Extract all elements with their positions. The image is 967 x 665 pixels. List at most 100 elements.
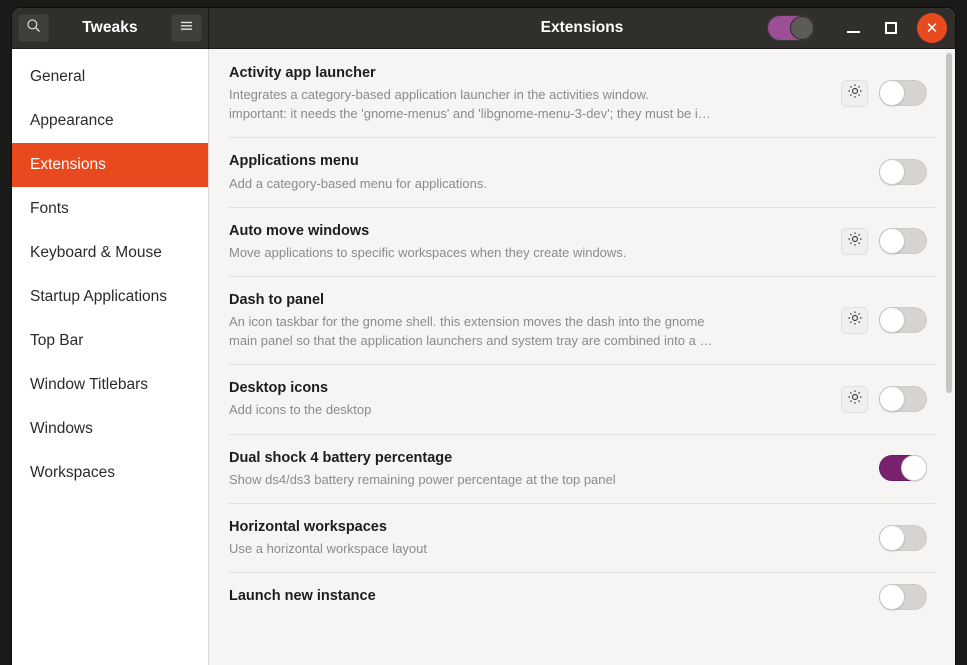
header-bar: Tweaks Extensions ✕	[12, 8, 955, 49]
extension-enable-toggle[interactable]	[879, 455, 927, 482]
minimize-button[interactable]	[835, 13, 871, 43]
sidebar-item-label: Fonts	[30, 200, 69, 217]
sidebar-item-windows[interactable]: Windows	[12, 407, 208, 451]
sidebar-item-top-bar[interactable]: Top Bar	[12, 319, 208, 363]
sidebar-item-label: Appearance	[30, 112, 114, 129]
maximize-button[interactable]	[873, 13, 909, 43]
extension-text: Horizontal workspaces Use a horizontal wo…	[229, 503, 825, 572]
toggle-knob	[879, 80, 905, 107]
minimize-icon	[846, 31, 860, 33]
sidebar-item-window-titlebars[interactable]: Window Titlebars	[12, 363, 208, 407]
extension-controls	[825, 583, 927, 610]
sidebar-item-label: Workspaces	[30, 464, 115, 481]
toggle-knob	[879, 307, 905, 334]
toggle-knob	[879, 583, 905, 610]
sidebar: General Appearance Extensions Fonts Keyboard…	[12, 49, 209, 665]
extensions-list: Activity app launcher Integrates a catego…	[209, 49, 955, 665]
extension-controls	[825, 159, 927, 186]
toggle-knob	[879, 524, 905, 551]
extension-controls	[825, 455, 927, 482]
sidebar-item-label: Top Bar	[30, 332, 84, 349]
sidebar-item-label: Windows	[30, 420, 93, 437]
extension-description: Add a category-based menu for applicatio…	[229, 175, 487, 191]
main-menu-button[interactable]	[171, 14, 202, 42]
extension-name: Applications menu	[229, 153, 359, 170]
gear-icon	[847, 389, 863, 410]
settings-placeholder	[841, 159, 868, 186]
extension-name: Horizontal workspaces	[229, 518, 387, 535]
gear-icon	[847, 310, 863, 331]
extension-controls	[825, 227, 927, 255]
close-button[interactable]: ✕	[917, 13, 947, 43]
maximize-icon	[885, 22, 897, 34]
toggle-knob	[790, 16, 814, 40]
sidebar-item-keyboard-mouse[interactable]: Keyboard & Mouse	[12, 231, 208, 275]
extension-controls	[825, 79, 927, 107]
sidebar-item-fonts[interactable]: Fonts	[12, 187, 208, 231]
extension-enable-toggle[interactable]	[879, 80, 927, 107]
extension-description: Use a horizontal workspace layout	[229, 540, 427, 556]
extension-name: Auto move windows	[229, 222, 370, 239]
global-extensions-toggle[interactable]	[767, 15, 815, 41]
extension-controls	[825, 524, 927, 551]
extension-settings-button[interactable]	[841, 385, 868, 413]
settings-placeholder	[841, 524, 868, 551]
extension-description: Integrates a category-based application …	[229, 87, 711, 122]
sidebar-item-general[interactable]: General	[12, 55, 208, 99]
extension-name: Dash to panel	[229, 291, 325, 308]
settings-placeholder	[841, 455, 868, 482]
sidebar-item-label: Keyboard & Mouse	[30, 244, 162, 261]
extension-name: Dual shock 4 battery percentage	[229, 449, 453, 466]
extension-controls	[825, 385, 927, 413]
extension-row: Applications menu Add a category-based me…	[209, 137, 955, 206]
extension-enable-toggle[interactable]	[879, 228, 927, 255]
extension-description: An icon taskbar for the gnome shell. thi…	[229, 314, 713, 349]
extension-enable-toggle[interactable]	[879, 524, 927, 551]
extension-enable-toggle[interactable]	[879, 159, 927, 186]
extension-name: Desktop icons	[229, 380, 329, 397]
vertical-scrollbar[interactable]	[946, 53, 952, 393]
extensions-panel: Activity app launcher Integrates a catego…	[209, 49, 955, 665]
extension-settings-button[interactable]	[841, 306, 868, 334]
extension-name: Launch new instance	[229, 588, 376, 605]
extension-text: Dual shock 4 battery percentage Show ds4/…	[229, 434, 825, 503]
extension-row: Desktop icons Add icons to the desktop	[209, 364, 955, 433]
extension-settings-button[interactable]	[841, 227, 868, 255]
sidebar-item-workspaces[interactable]: Workspaces	[12, 451, 208, 495]
extension-text: Applications menu Add a category-based me…	[229, 137, 825, 206]
extension-row: Dash to panel An icon taskbar for the gno…	[209, 275, 955, 364]
sidebar-item-startup-applications[interactable]: Startup Applications	[12, 275, 208, 319]
extension-text: Auto move windows Move applications to sp…	[229, 207, 825, 276]
extension-row: Dual shock 4 battery percentage Show ds4/…	[209, 433, 955, 503]
header-controls: ✕	[767, 13, 947, 43]
close-icon: ✕	[925, 19, 939, 37]
tweaks-window: Tweaks Extensions ✕ General Appearance E…	[12, 8, 955, 665]
extension-row: Activity app launcher Integrates a catego…	[209, 49, 955, 137]
extension-text: Dash to panel An icon taskbar for the gno…	[229, 276, 825, 364]
extension-description: Move applications to specific workspaces…	[229, 244, 627, 260]
extension-text: Desktop icons Add icons to the desktop	[229, 364, 825, 433]
sidebar-item-label: Extensions	[30, 156, 106, 173]
sidebar-item-extensions[interactable]: Extensions	[12, 143, 208, 187]
hamburger-menu-icon	[179, 19, 194, 37]
extension-settings-button[interactable]	[841, 79, 868, 107]
extension-controls	[825, 306, 927, 334]
toggle-knob	[879, 386, 905, 413]
toggle-knob	[901, 455, 927, 482]
screen: Tweaks Extensions ✕ General Appearance E…	[0, 0, 967, 665]
settings-placeholder	[841, 583, 868, 610]
toggle-knob	[879, 228, 905, 255]
search-button[interactable]	[18, 14, 49, 42]
extension-enable-toggle[interactable]	[879, 307, 927, 334]
sidebar-item-appearance[interactable]: Appearance	[12, 99, 208, 143]
extension-row: Launch new instance	[209, 572, 955, 621]
extension-enable-toggle[interactable]	[879, 386, 927, 413]
extension-description: Add icons to the desktop	[229, 402, 372, 418]
sidebar-item-label: General	[30, 68, 86, 85]
extension-enable-toggle[interactable]	[879, 583, 927, 610]
sidebar-item-label: Startup Applications	[30, 288, 168, 305]
extension-text: Launch new instance	[229, 572, 825, 621]
extension-description: Show ds4/ds3 battery remaining power per…	[229, 471, 616, 487]
header-left-section: Tweaks	[12, 8, 209, 48]
gear-icon	[847, 231, 863, 252]
